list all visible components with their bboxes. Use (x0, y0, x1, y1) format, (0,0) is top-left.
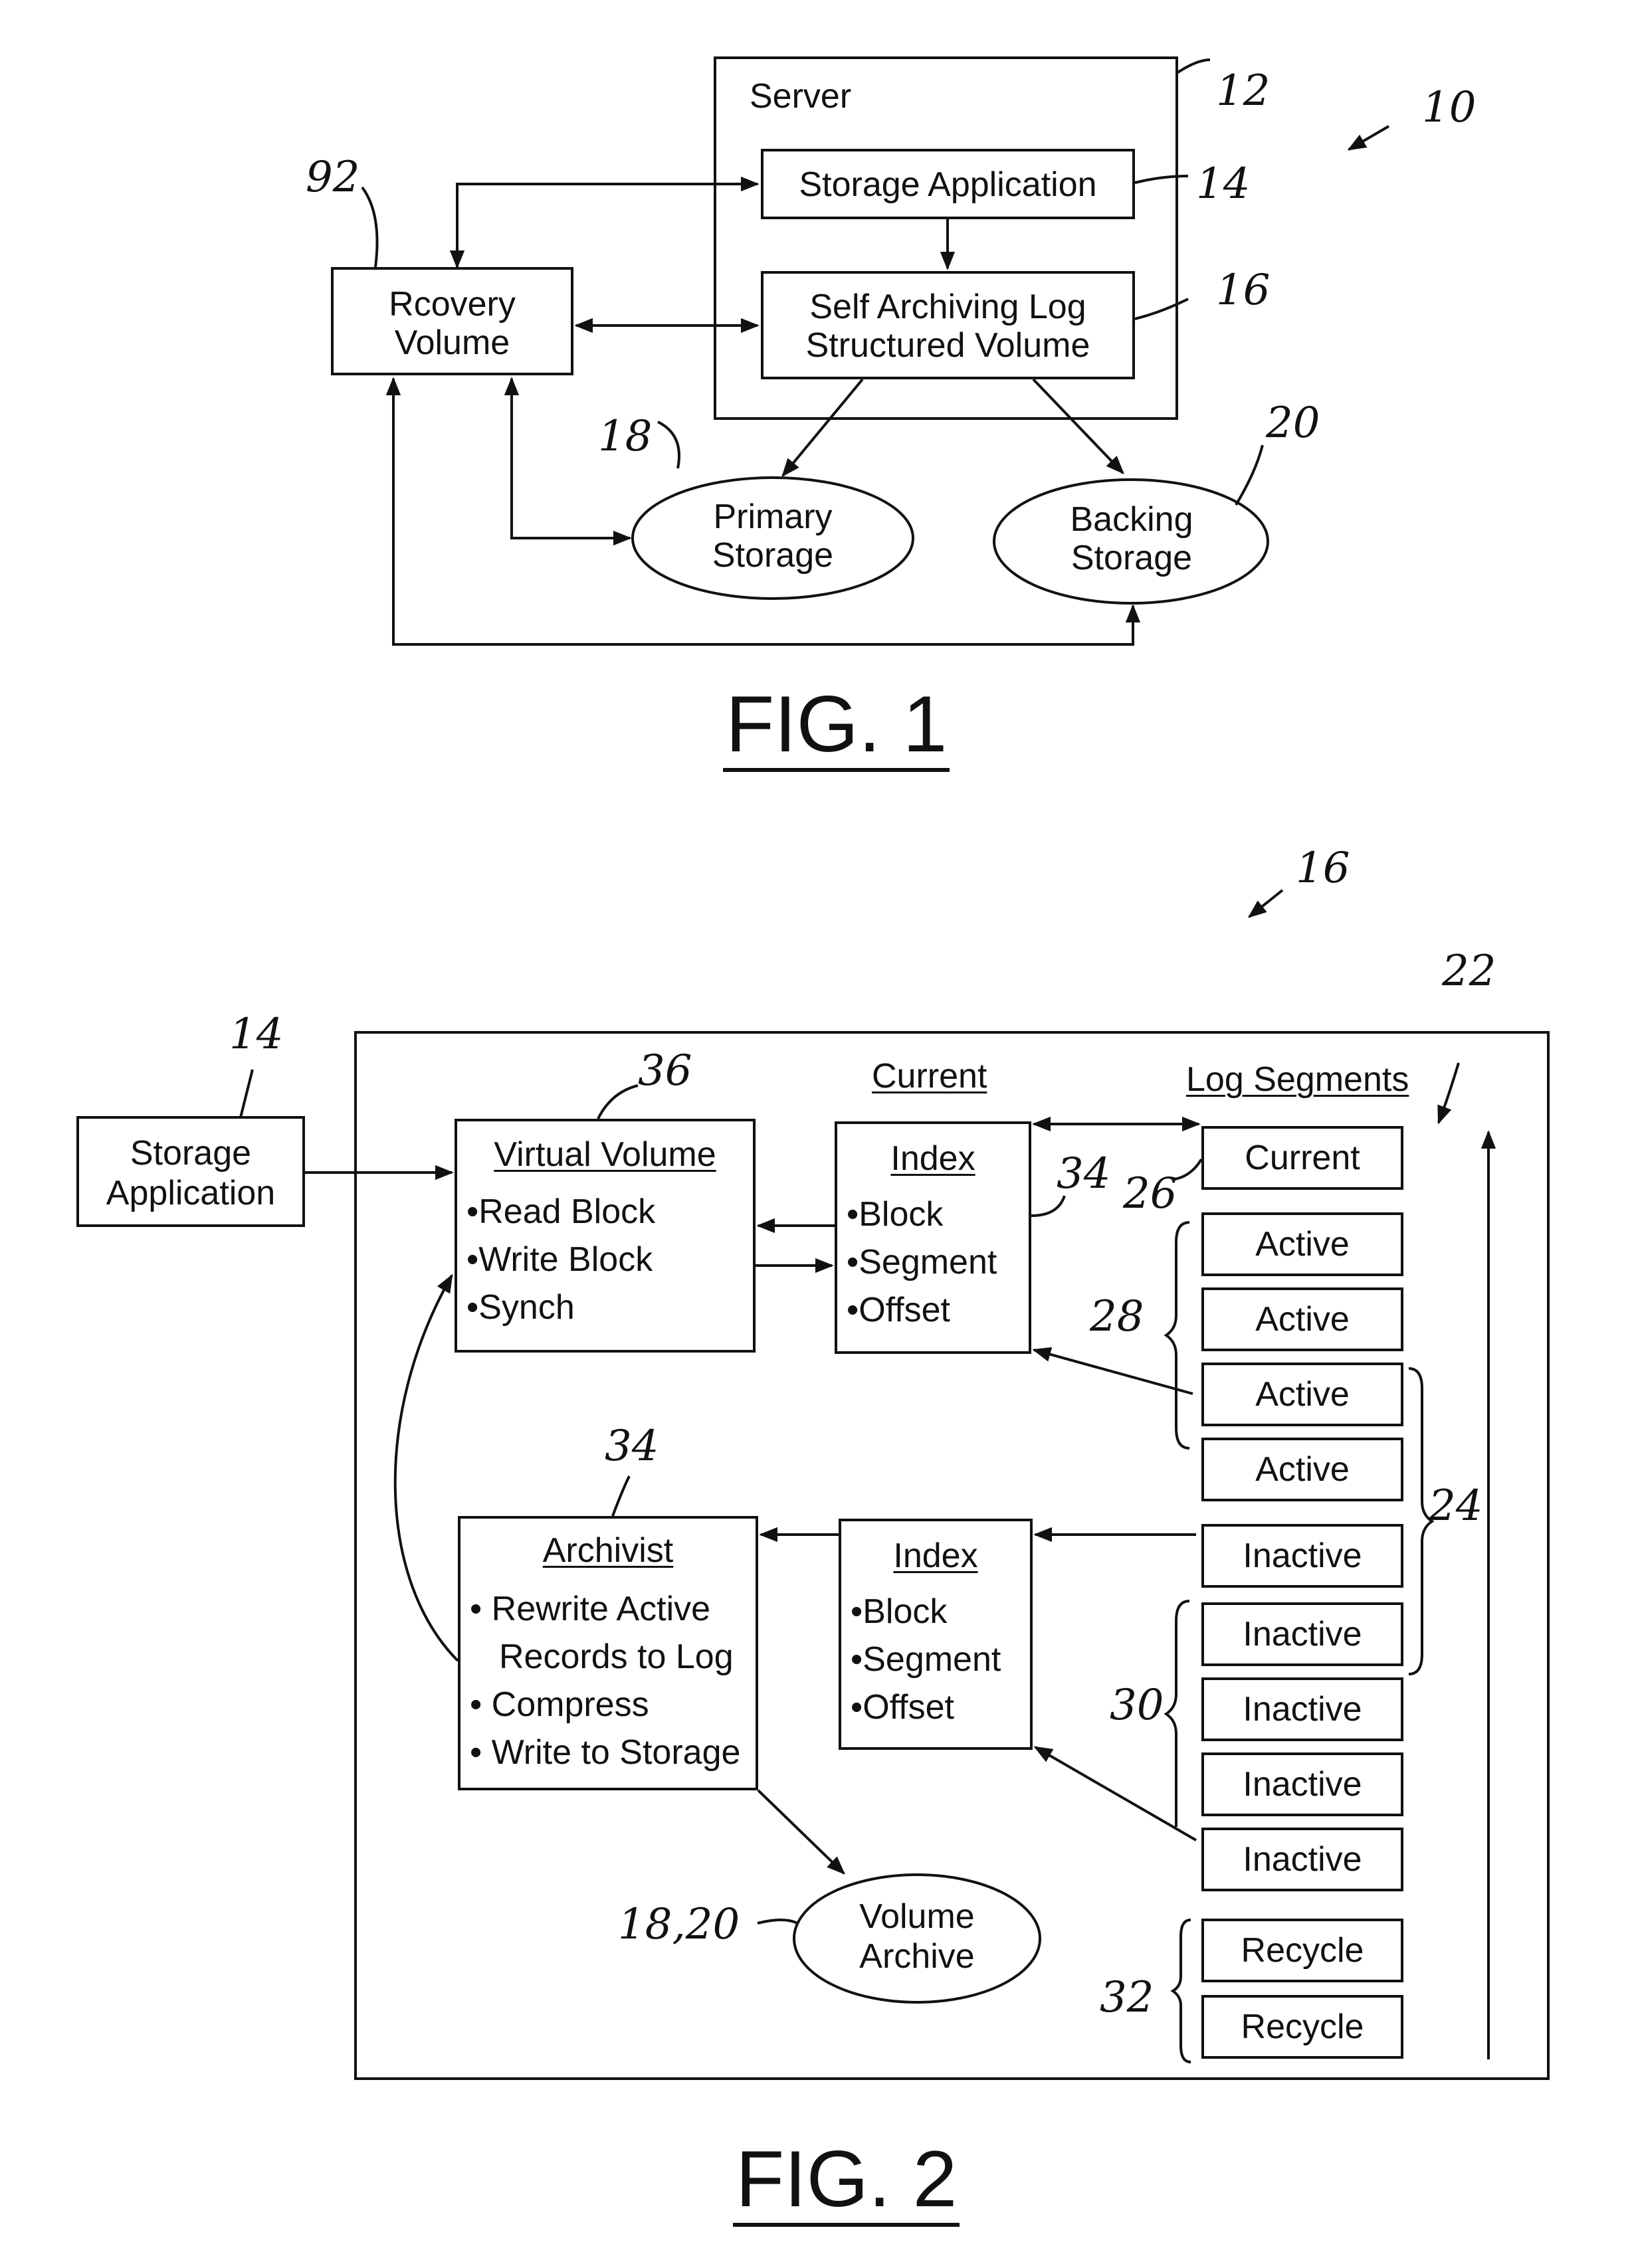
ref-12: 12 (1216, 66, 1271, 116)
brace-32 (1170, 1919, 1191, 2063)
index-current-box[interactable]: Index Block Segment Offset (835, 1121, 1031, 1354)
ref-18: 18 (598, 412, 653, 461)
virtual-volume-list: Read Block Write Block Synch (466, 1188, 655, 1331)
salsv-label-line2: Structured Volume (805, 326, 1090, 365)
log-segment[interactable]: Inactive (1201, 1677, 1403, 1741)
salsv-box[interactable]: Self Archiving Log Structured Volume (761, 271, 1135, 379)
index-current-list: Block Segment Offset (847, 1190, 997, 1334)
archivist-item: • Compress (470, 1685, 649, 1724)
storage-application-label: Storage Application (799, 165, 1097, 204)
index-item: Offset (851, 1683, 1001, 1731)
virtual-volume-item: Write Block (466, 1236, 655, 1283)
ref-14: 14 (1196, 159, 1251, 209)
archivist-item: Records to Log (499, 1638, 734, 1676)
arrow-archivist-virtualvolume (393, 1274, 459, 1662)
ref-34-index: 34 (1057, 1149, 1111, 1198)
arrow-salsv-backing (1032, 378, 1124, 475)
log-segment[interactable]: Inactive (1201, 1524, 1403, 1588)
brace-28 (1164, 1221, 1190, 1450)
ref-34-archivist: 34 (605, 1422, 659, 1471)
fig1-label: FIG. 1 (723, 684, 950, 772)
primary-storage-line2: Storage (712, 536, 834, 575)
fig2-label: FIG. 2 (733, 2139, 960, 2227)
server-label: Server (750, 77, 852, 116)
log-segment[interactable]: Active (1201, 1438, 1403, 1501)
storage-app-line2: Application (106, 1174, 276, 1212)
storage-application-box[interactable]: Storage Application (761, 149, 1135, 219)
volume-archive-line2: Archive (859, 1937, 975, 1976)
ref-36: 36 (638, 1046, 692, 1095)
ref-22: 22 (1442, 947, 1496, 996)
ref-30: 30 (1110, 1681, 1164, 1730)
log-segments-heading: Log Segments (1186, 1060, 1409, 1099)
arrow-archivist-archive (757, 1789, 846, 1875)
log-segment[interactable]: Active (1201, 1363, 1403, 1426)
arrow-inactive-index2-low (1033, 1746, 1197, 1842)
index-archive-box[interactable]: Index Block Segment Offset (839, 1519, 1033, 1750)
recovery-label-line2: Volume (394, 324, 510, 362)
index-item: Offset (847, 1286, 997, 1334)
ref-92: 92 (306, 153, 360, 202)
log-segment[interactable]: Active (1201, 1212, 1403, 1276)
primary-storage-line1: Primary (713, 498, 833, 536)
virtual-volume-title: Virtual Volume (494, 1135, 716, 1174)
index-item: Segment (847, 1238, 997, 1286)
virtual-volume-box[interactable]: Virtual Volume Read Block Write Block Sy… (455, 1119, 756, 1353)
log-segment[interactable]: Inactive (1201, 1828, 1403, 1891)
salsv-label-line1: Self Archiving Log (809, 288, 1086, 326)
log-segment[interactable]: Active (1201, 1287, 1403, 1351)
archivist-title: Archivist (542, 1531, 674, 1570)
ref-32: 32 (1100, 1973, 1154, 2022)
current-heading: Current (872, 1057, 987, 1095)
archivist-box[interactable]: Archivist • Rewrite Active Records to Lo… (458, 1516, 758, 1790)
recovery-label-line1: Rcovery (389, 285, 516, 324)
backing-storage-line1: Backing (1070, 500, 1193, 539)
index-archive-list: Block Segment Offset (851, 1588, 1001, 1731)
recovery-volume-box[interactable]: Rcovery Volume (331, 267, 573, 375)
storage-app-line1: Storage (130, 1134, 252, 1173)
index-item: Segment (851, 1636, 1001, 1683)
log-segment[interactable]: Inactive (1201, 1602, 1403, 1666)
index-archive-title: Index (893, 1537, 978, 1575)
index-current-title: Index (890, 1139, 975, 1178)
arrow-recovery-storageapp (449, 176, 760, 269)
log-segment[interactable]: Inactive (1201, 1752, 1403, 1816)
index-item: Block (851, 1588, 1001, 1636)
index-item: Block (847, 1190, 997, 1238)
ref-10: 10 (1422, 83, 1477, 132)
ref-26: 26 (1123, 1169, 1177, 1218)
log-segment[interactable]: Recycle (1201, 1919, 1403, 1982)
brace-30 (1164, 1600, 1190, 1827)
ref-28: 28 (1090, 1292, 1144, 1341)
arrow-salsv-primary (781, 378, 864, 478)
ref-14-fig2: 14 (229, 1010, 284, 1059)
ref-18-20: 18,20 (618, 1900, 740, 1949)
storage-application-box-fig2[interactable]: Storage Application (76, 1116, 305, 1227)
log-segment[interactable]: Recycle (1201, 1995, 1403, 2059)
ref-16: 16 (1216, 266, 1271, 315)
virtual-volume-item: Read Block (466, 1188, 655, 1236)
log-segment[interactable]: Current (1201, 1126, 1403, 1190)
ref-24: 24 (1429, 1481, 1483, 1531)
archivist-item: • Rewrite Active (470, 1590, 711, 1628)
arrow-active-index (1032, 1347, 1193, 1395)
ref-20: 20 (1266, 399, 1320, 448)
backing-storage-line2: Storage (1071, 539, 1193, 577)
volume-archive-line1: Volume (859, 1897, 975, 1936)
archivist-list: • Rewrite Active Records to Log • Compre… (470, 1585, 740, 1776)
archivist-item: • Write to Storage (470, 1733, 741, 1772)
virtual-volume-item: Synch (466, 1283, 655, 1331)
ref-16-fig2: 16 (1296, 844, 1350, 893)
